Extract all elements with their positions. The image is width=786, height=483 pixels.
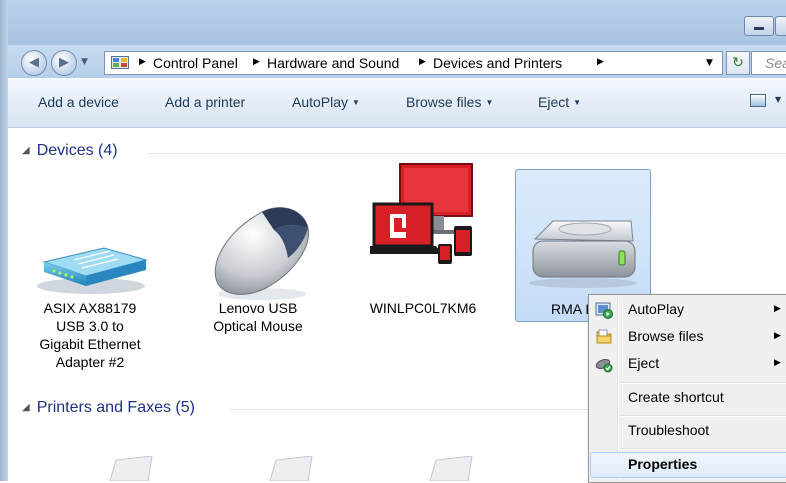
command-bar: Add a device Add a printer AutoPlay ▼ Bro…: [8, 78, 786, 128]
device-label-line: RMA I: [551, 301, 590, 317]
devices-group-label: Devices (4): [36, 142, 118, 159]
chevron-down-icon: ▼: [485, 98, 494, 107]
back-button[interactable]: ◀: [21, 50, 47, 76]
device-label-line: Adapter #2: [55, 354, 125, 370]
hard-drive-icon: [529, 220, 637, 288]
computer-icon: [370, 163, 473, 264]
printer-icon[interactable]: [424, 456, 474, 481]
device-label-line: Optical Mouse: [213, 318, 303, 334]
submenu-arrow-icon: ▶: [774, 358, 781, 368]
device-computer[interactable]: WINLPC0L7KM6: [358, 154, 488, 324]
menu-label: AutoPlay: [628, 301, 685, 317]
device-network-adapter[interactable]: ASIX AX88179 USB 3.0 to Gigabit Ethernet…: [30, 198, 150, 383]
menu-item-eject[interactable]: Eject ▶: [591, 352, 786, 376]
menu-separator: [621, 415, 786, 417]
printers-group-label: Printers and Faxes (5): [36, 399, 195, 416]
refresh-button[interactable]: ↻: [726, 51, 750, 75]
submenu-arrow-icon: ▶: [774, 304, 781, 314]
submenu-arrow-icon: ▶: [774, 331, 781, 341]
printers-group-header[interactable]: ◢ Printers and Faxes (5): [22, 399, 195, 417]
autoplay-icon: [595, 302, 613, 319]
menu-label: Troubleshoot: [628, 422, 710, 438]
title-bar: [8, 0, 786, 45]
autoplay-button[interactable]: AutoPlay ▼: [292, 94, 360, 110]
chevron-down-icon: ▼: [573, 98, 582, 107]
breadcrumb-control-panel[interactable]: Control Panel: [153, 55, 238, 71]
mouse-icon: [214, 207, 309, 300]
network-adapter-icon: [37, 247, 148, 294]
address-bar[interactable]: ▶ Control Panel ▶ Hardware and Sound ▶ D…: [104, 51, 723, 75]
breadcrumb-separator-icon[interactable]: ▶: [597, 57, 604, 67]
breadcrumb-devices-and-printers[interactable]: Devices and Printers: [433, 55, 562, 71]
breadcrumb-separator-icon[interactable]: ▶: [253, 57, 260, 67]
device-label-line: Lenovo USB: [218, 300, 298, 316]
menu-label: Create shortcut: [628, 389, 724, 405]
window-frame: [0, 0, 8, 481]
group-divider: [230, 409, 588, 410]
menu-separator: [621, 448, 786, 450]
eject-label: Eject: [538, 94, 570, 110]
add-device-button[interactable]: Add a device: [38, 94, 119, 110]
menu-item-troubleshoot[interactable]: Troubleshoot: [591, 419, 786, 443]
folder-icon: [596, 329, 612, 344]
change-view-icon[interactable]: [750, 94, 766, 107]
device-mouse[interactable]: Lenovo USB Optical Mouse: [198, 198, 318, 334]
eject-button[interactable]: Eject ▼: [538, 94, 581, 110]
breadcrumb-separator-icon[interactable]: ▶: [419, 57, 426, 67]
device-label-line: USB 3.0 to: [56, 318, 124, 334]
collapse-icon: ◢: [22, 402, 30, 413]
device-label-line: Gigabit Ethernet: [39, 336, 141, 352]
explorer-window: ◀ ▶ ▼ ▶ Control Panel ▶ Hardware and Sou…: [0, 0, 786, 483]
add-printer-button[interactable]: Add a printer: [165, 94, 245, 110]
device-label-line: WINLPC0L7KM6: [369, 300, 477, 316]
browse-files-button[interactable]: Browse files ▼: [406, 94, 493, 110]
printer-icon[interactable]: [264, 456, 314, 481]
chevron-down-icon: ▼: [352, 98, 360, 107]
menu-label: Browse files: [628, 328, 704, 344]
menu-item-properties[interactable]: Properties: [590, 452, 786, 478]
breadcrumb-separator-icon[interactable]: ▶: [139, 57, 146, 67]
recent-pages-icon[interactable]: ▼: [81, 57, 88, 67]
breadcrumb-hardware-and-sound[interactable]: Hardware and Sound: [267, 55, 399, 71]
forward-button[interactable]: ▶: [51, 50, 77, 76]
address-dropdown-icon[interactable]: ▼: [706, 58, 713, 68]
menu-item-autoplay[interactable]: AutoPlay ▶: [591, 298, 786, 322]
search-placeholder: Sea: [765, 55, 786, 71]
eject-icon: [595, 359, 613, 373]
collapse-icon: ◢: [22, 145, 30, 156]
chevron-down-icon[interactable]: ▼: [775, 95, 781, 104]
browse-files-label: Browse files: [406, 94, 482, 110]
printer-icon[interactable]: [104, 456, 154, 481]
autoplay-label: AutoPlay: [292, 94, 349, 110]
maximize-button[interactable]: [775, 16, 786, 36]
control-panel-icon: [111, 56, 129, 69]
devices-group-header[interactable]: ◢ Devices (4): [22, 142, 118, 160]
menu-separator: [621, 382, 786, 384]
menu-item-browse-files[interactable]: Browse files ▶: [591, 325, 786, 349]
menu-item-create-shortcut[interactable]: Create shortcut: [591, 386, 786, 410]
search-input[interactable]: Sea: [751, 51, 786, 75]
menu-label: Eject: [628, 355, 660, 371]
device-label-line: ASIX AX88179: [43, 300, 137, 316]
context-menu: AutoPlay ▶ Browse files ▶ Eject ▶ Create…: [588, 294, 786, 483]
minimize-button[interactable]: [744, 16, 774, 36]
menu-label: Properties: [628, 456, 698, 472]
